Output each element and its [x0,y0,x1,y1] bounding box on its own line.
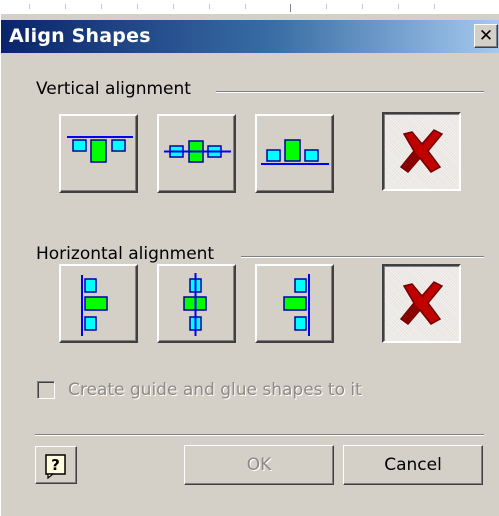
cancel-button[interactable]: Cancel [343,445,483,485]
align-middle-button[interactable] [157,114,236,193]
align-top-button[interactable] [59,114,138,193]
vertical-group-divider [216,91,484,93]
guide-option-row: Create guide and glue shapes to it [37,380,362,400]
title-bar[interactable]: Align Shapes ✕ [1,20,499,53]
align-bottom-button[interactable] [255,114,334,193]
align-right-icon [283,274,310,336]
cancel-label: Cancel [384,455,442,475]
align-top-icon [67,136,133,163]
svg-text:?: ? [51,456,60,474]
help-button[interactable]: ? [35,446,77,484]
close-button[interactable]: ✕ [474,24,498,48]
no-vertical-alignment-button[interactable] [382,112,461,191]
horizontal-group-divider [241,256,484,258]
no-horizontal-alignment-button[interactable] [382,264,461,343]
align-right-button[interactable] [255,264,334,343]
ok-button[interactable]: OK [184,445,334,485]
create-guide-label: Create guide and glue shapes to it [68,380,362,400]
align-center-icon [183,273,207,336]
align-center-button[interactable] [157,264,236,343]
dialog-title: Align Shapes [9,25,151,47]
no-alignment-x-icon [399,281,444,326]
close-icon: ✕ [478,26,494,46]
create-guide-checkbox[interactable] [37,381,55,399]
align-shapes-dialog: Align Shapes ✕ Vertical alignment Horizo… [0,14,499,516]
align-bottom-icon [261,139,329,165]
footer-divider [35,434,484,436]
help-question-icon: ? [45,454,66,480]
vertical-alignment-label: Vertical alignment [36,79,191,99]
align-left-icon [81,275,108,336]
align-middle-icon [164,140,231,163]
background-strip [0,0,499,14]
ok-label: OK [246,455,272,475]
align-left-button[interactable] [59,264,138,343]
no-alignment-x-icon [399,129,444,174]
horizontal-alignment-label: Horizontal alignment [36,244,215,264]
